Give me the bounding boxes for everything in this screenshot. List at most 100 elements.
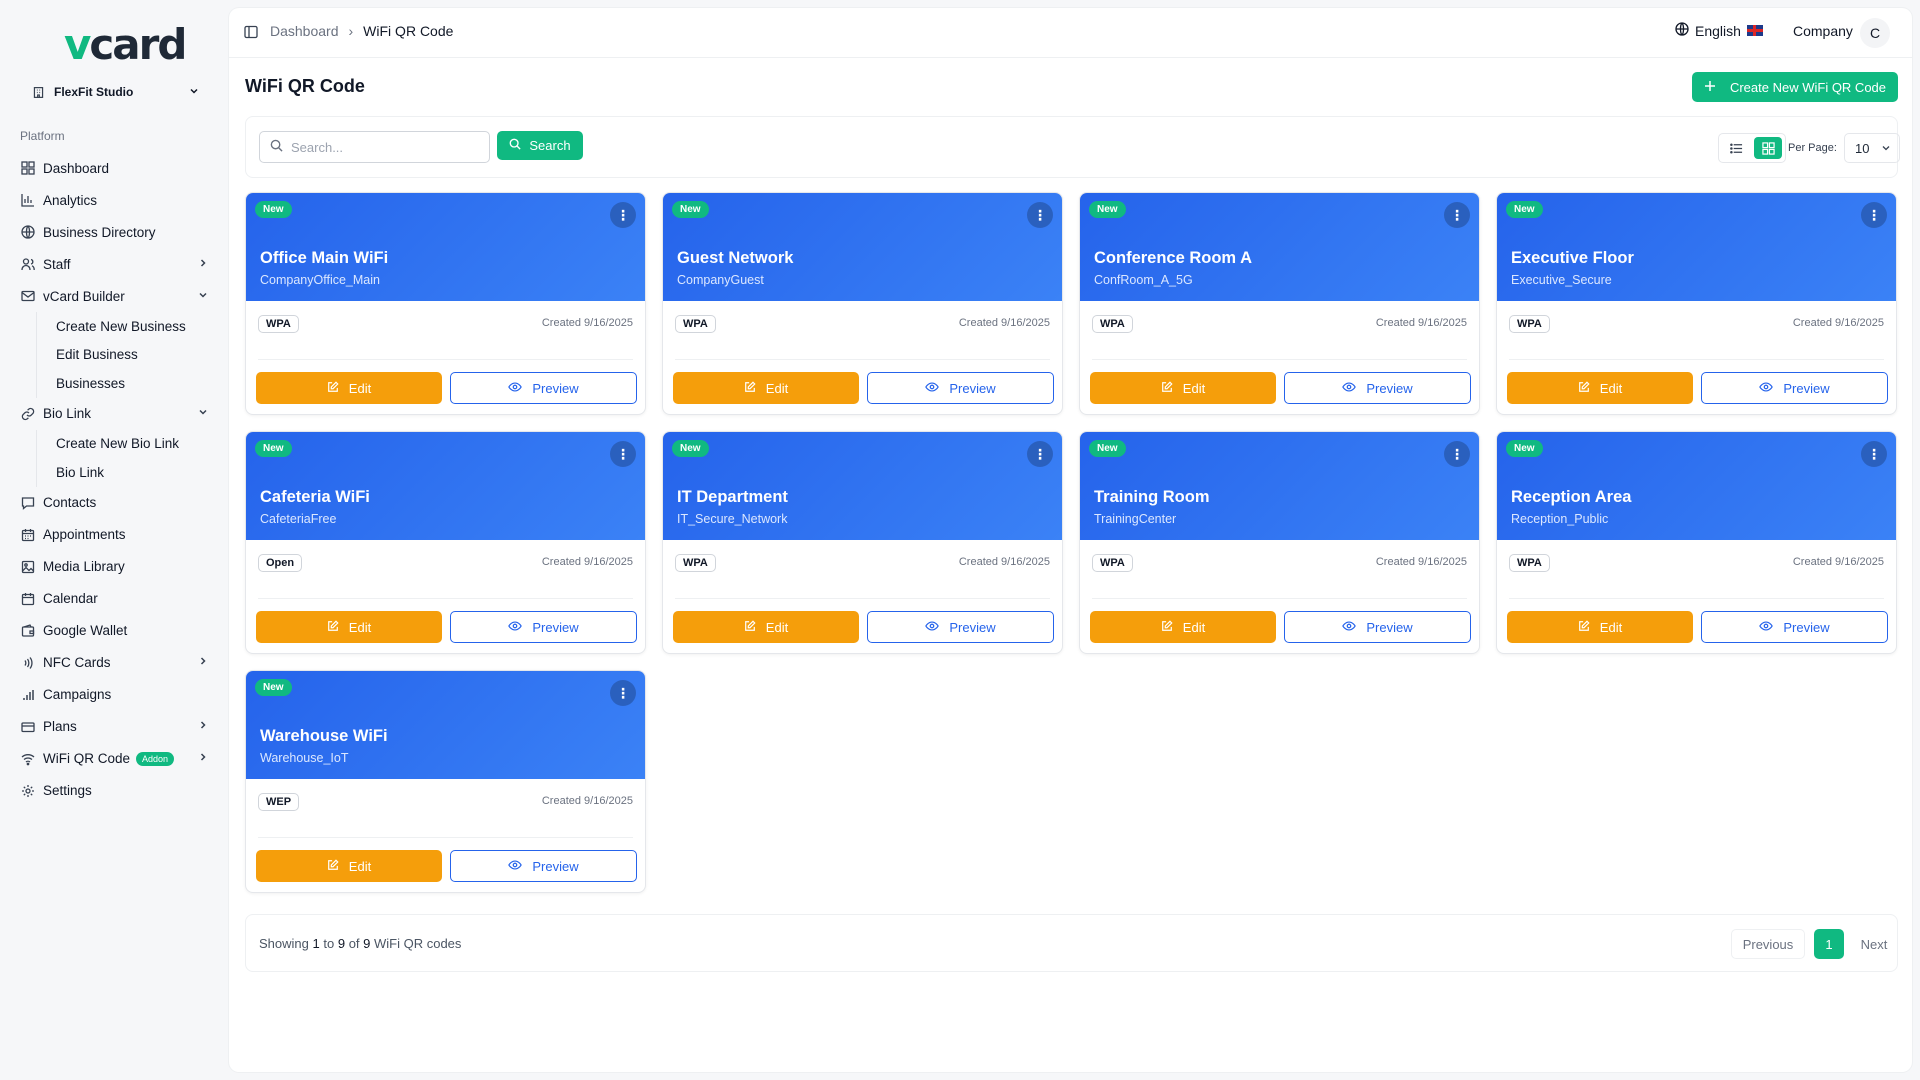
previous-page-button[interactable]: Previous — [1731, 929, 1805, 959]
filter-toolbar: Search Per Page: 10 — [245, 116, 1900, 178]
card-divider — [258, 598, 633, 599]
more-options-icon[interactable]: ⋮ — [1861, 202, 1887, 228]
card-header[interactable]: New ⋮ Cafeteria WiFi CafeteriaFree — [246, 432, 645, 540]
created-date: Created 9/16/2025 — [541, 317, 633, 329]
preview-button[interactable]: Preview — [1284, 372, 1471, 404]
edit-button[interactable]: Edit — [673, 372, 859, 404]
more-options-icon[interactable]: ⋮ — [1444, 441, 1470, 467]
card-header[interactable]: New ⋮ Guest Network CompanyGuest — [663, 193, 1062, 301]
card-header[interactable]: New ⋮ Reception Area Reception_Public — [1497, 432, 1896, 540]
language-selector[interactable]: English — [1675, 22, 1763, 39]
card-title: Executive Floor — [1511, 249, 1634, 267]
more-options-icon[interactable]: ⋮ — [1027, 202, 1053, 228]
sidebar-item-media-library[interactable]: Media Library — [14, 551, 214, 583]
edit-button[interactable]: Edit — [256, 372, 442, 404]
sidebar-item-nfc-cards[interactable]: NFC Cards — [14, 647, 214, 679]
card-title: IT Department — [677, 488, 788, 506]
card-header[interactable]: New ⋮ Conference Room A ConfRoom_A_5G — [1080, 193, 1479, 301]
preview-button[interactable]: Preview — [1701, 611, 1888, 643]
pagination-info: Showing 1 to 9 of 9 WiFi QR codes — [259, 936, 461, 951]
new-badge: New — [1089, 440, 1126, 457]
eye-icon — [925, 620, 940, 635]
wifi-card: New ⋮ IT Department IT_Secure_Network WPA Cre… — [662, 431, 1063, 654]
new-badge: New — [255, 679, 292, 696]
card-ssid: CompanyOffice_Main — [260, 273, 380, 287]
sidebar-item-bio-link[interactable]: Bio Link — [14, 398, 214, 430]
preview-button[interactable]: Preview — [450, 850, 637, 882]
sidebar-item-create-new-bio-link[interactable]: Create New Bio Link — [37, 430, 214, 459]
security-badge: WPA — [675, 315, 716, 333]
sidebar-item-wifi-qr-code[interactable]: WiFi QR Code Addon — [14, 743, 214, 775]
list-view-button[interactable] — [1722, 137, 1750, 159]
card-divider — [1509, 359, 1884, 360]
sidebar-item-bio-link-list[interactable]: Bio Link — [37, 458, 214, 487]
card-header[interactable]: New ⋮ Executive Floor Executive_Secure — [1497, 193, 1896, 301]
company-label[interactable]: Company — [1793, 23, 1853, 39]
sidebar-item-campaigns[interactable]: Campaigns — [14, 679, 214, 711]
card-header[interactable]: New ⋮ Training Room TrainingCenter — [1080, 432, 1479, 540]
eye-icon — [508, 620, 523, 635]
sidebar-item-google-wallet[interactable]: Google Wallet — [14, 615, 214, 647]
sidebar-item-plans[interactable]: Plans — [14, 711, 214, 743]
breadcrumb-separator: › — [348, 23, 354, 39]
card-header[interactable]: New ⋮ IT Department IT_Secure_Network — [663, 432, 1062, 540]
preview-button[interactable]: Preview — [867, 611, 1054, 643]
next-page-button[interactable]: Next — [1851, 929, 1897, 959]
breadcrumb: Dashboard › WiFi QR Code — [270, 23, 453, 39]
new-badge: New — [672, 201, 709, 218]
sidebar-item-edit-business[interactable]: Edit Business — [37, 341, 214, 370]
sidebar-item-business-directory[interactable]: Business Directory — [14, 216, 214, 248]
preview-button[interactable]: Preview — [1284, 611, 1471, 643]
edit-button[interactable]: Edit — [1507, 611, 1693, 643]
more-options-icon[interactable]: ⋮ — [1861, 441, 1887, 467]
security-badge: Open — [258, 554, 303, 572]
edit-button[interactable]: Edit — [256, 611, 442, 643]
more-options-icon[interactable]: ⋮ — [1444, 202, 1470, 228]
preview-button[interactable]: Preview — [450, 372, 637, 404]
eye-icon — [925, 381, 940, 396]
avatar[interactable]: C — [1860, 18, 1890, 48]
sidebar-item-label: Settings — [43, 783, 92, 798]
card-divider — [1509, 598, 1884, 599]
search-button[interactable]: Search — [497, 131, 583, 160]
breadcrumb-dashboard[interactable]: Dashboard — [270, 23, 339, 39]
sidebar-item-settings[interactable]: Settings — [14, 775, 214, 807]
edit-button[interactable]: Edit — [1507, 372, 1693, 404]
card-header[interactable]: New ⋮ Office Main WiFi CompanyOffice_Main — [246, 193, 645, 301]
card-title: Cafeteria WiFi — [260, 488, 370, 506]
preview-button[interactable]: Preview — [450, 611, 637, 643]
create-wifi-qr-button[interactable]: Create New WiFi QR Code — [1692, 72, 1898, 102]
search-input[interactable] — [291, 139, 471, 155]
preview-label: Preview — [949, 619, 996, 635]
link-icon — [20, 406, 35, 421]
sidebar-item-dashboard[interactable]: Dashboard — [14, 152, 214, 184]
sidebar-item-create-new-business[interactable]: Create New Business — [37, 312, 214, 341]
page-number-button[interactable]: 1 — [1814, 929, 1844, 959]
edit-button[interactable]: Edit — [1090, 611, 1276, 643]
edit-button[interactable]: Edit — [256, 850, 442, 882]
card-header[interactable]: New ⋮ Warehouse WiFi Warehouse_IoT — [246, 671, 645, 779]
vcard-logo[interactable]: vcard — [64, 20, 187, 69]
edit-button[interactable]: Edit — [1090, 372, 1276, 404]
grid-view-button[interactable] — [1754, 137, 1782, 159]
more-options-icon[interactable]: ⋮ — [610, 441, 636, 467]
edit-button[interactable]: Edit — [673, 611, 859, 643]
security-badge: WPA — [1509, 315, 1550, 333]
preview-button[interactable]: Preview — [1701, 372, 1888, 404]
business-switcher[interactable]: FlexFit Studio — [30, 82, 200, 102]
sidebar-item-businesses[interactable]: Businesses — [37, 369, 214, 398]
sidebar-item-analytics[interactable]: Analytics — [14, 184, 214, 216]
sidebar-item-contacts[interactable]: Contacts — [14, 487, 214, 519]
wifi-card: New ⋮ Conference Room A ConfRoom_A_5G WPA Cre… — [1079, 192, 1480, 415]
sidebar-item-appointments[interactable]: Appointments — [14, 519, 214, 551]
sidebar-item-vcard-builder[interactable]: vCard Builder — [14, 280, 214, 312]
search-field[interactable] — [259, 131, 490, 163]
sidebar-item-calendar[interactable]: Calendar — [14, 583, 214, 615]
more-options-icon[interactable]: ⋮ — [610, 202, 636, 228]
more-options-icon[interactable]: ⋮ — [1027, 441, 1053, 467]
sidebar-item-staff[interactable]: Staff — [14, 248, 214, 280]
per-page-select[interactable]: 10 — [1844, 133, 1900, 163]
sidebar-toggle-icon[interactable] — [243, 24, 259, 40]
preview-button[interactable]: Preview — [867, 372, 1054, 404]
more-options-icon[interactable]: ⋮ — [610, 680, 636, 706]
